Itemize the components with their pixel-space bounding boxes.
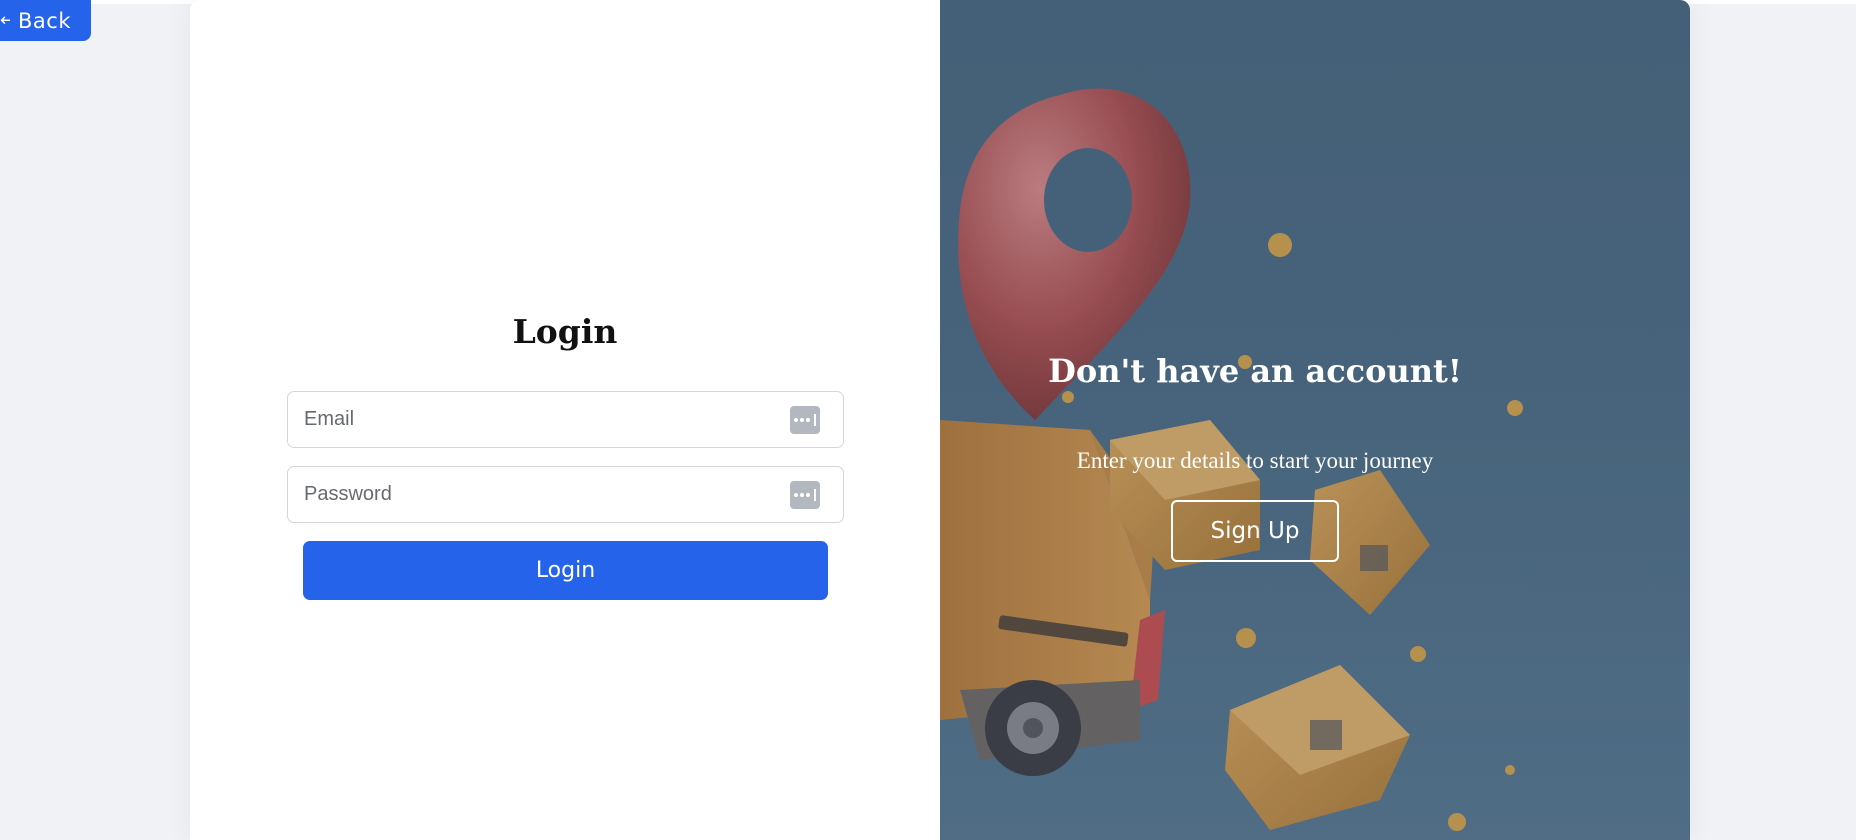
signup-panel-content: Don't have an account! Enter your detail…	[940, 0, 1690, 840]
login-panel: Login Login	[190, 0, 940, 840]
email-input[interactable]	[304, 392, 774, 447]
page: Login Login	[0, 0, 1856, 840]
auth-card: Login Login	[190, 0, 1690, 840]
back-button-label: Back	[18, 8, 71, 33]
password-manager-icon[interactable]	[790, 406, 820, 434]
password-field[interactable]	[287, 466, 844, 523]
password-input[interactable]	[304, 467, 774, 522]
login-button[interactable]: Login	[303, 541, 828, 600]
signup-subtitle: Enter your details to start your journey	[1076, 448, 1434, 473]
sign-up-button[interactable]: Sign Up	[1171, 500, 1339, 562]
email-field[interactable]	[287, 391, 844, 448]
signup-panel: Don't have an account! Enter your detail…	[940, 0, 1690, 840]
signup-title: Don't have an account!	[1048, 352, 1462, 390]
password-manager-icon[interactable]	[790, 481, 820, 509]
arrow-left-icon: ←	[0, 10, 10, 31]
back-button[interactable]: ← Back	[0, 0, 91, 41]
login-title: Login	[512, 312, 618, 351]
